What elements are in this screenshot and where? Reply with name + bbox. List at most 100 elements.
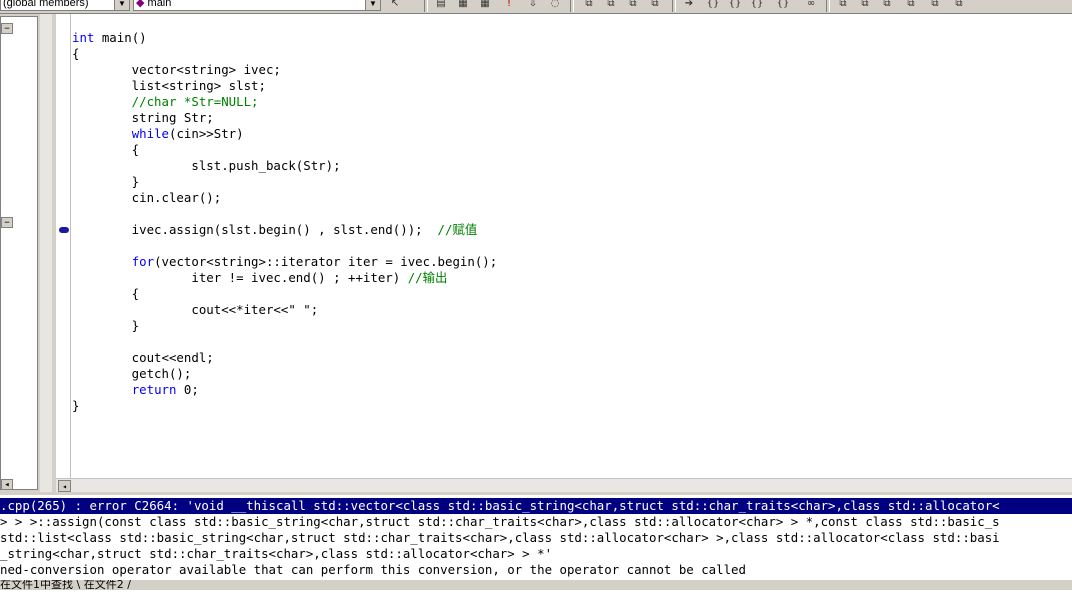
go-icon[interactable]: ◌ <box>548 0 562 10</box>
code-token: vector<string> ivec; <box>72 62 281 77</box>
editor-horizontal-scrollbar[interactable]: ◂ <box>56 478 1072 493</box>
class-combo[interactable]: (global members) ▼ <box>0 0 130 11</box>
call-stack-window-icon[interactable]: ⧉ <box>928 0 942 10</box>
code-line[interactable]: { <box>72 142 497 158</box>
stop-debug-icon[interactable]: ⧉ <box>604 0 618 10</box>
code-token: slst.push_back(Str); <box>72 158 341 173</box>
code-line[interactable]: vector<string> ivec; <box>72 62 497 78</box>
code-token: //char *Str=NULL; <box>72 94 259 109</box>
code-token: (vector<string>::iterator iter = ivec.be… <box>154 254 498 269</box>
output-tab-labels[interactable]: 在文件1中查找 \ 在文件2 / <box>0 580 131 590</box>
watch-window-icon[interactable]: ⧉ <box>836 0 850 10</box>
output-line[interactable]: > > >::assign(const class std::basic_str… <box>0 514 1000 530</box>
code-token: //赋值 <box>437 222 478 237</box>
code-token: } <box>72 398 80 413</box>
output-tabs[interactable]: 在文件1中查找 \ 在文件2 / <box>0 580 1072 590</box>
code-token: main() <box>94 30 147 45</box>
toolbar-separator <box>826 0 830 12</box>
code-line[interactable]: iter != ivec.end() ; ++iter) //输出 <box>72 270 497 286</box>
output-pane[interactable]: .cpp(265) : error C2664: 'void __thiscal… <box>0 492 1072 593</box>
toolbar-separator <box>570 0 574 12</box>
code-token: cout<<*iter<<" "; <box>72 302 319 317</box>
code-line[interactable] <box>72 238 497 254</box>
code-token: 0; <box>176 382 199 397</box>
code-line[interactable]: { <box>72 46 497 62</box>
step-over-icon[interactable]: {} <box>728 0 742 10</box>
code-line[interactable]: int main() <box>72 30 497 46</box>
chevron-down-icon[interactable]: ▼ <box>114 0 129 10</box>
code-token: return <box>131 382 177 397</box>
quick-watch-icon[interactable]: ∞ <box>804 0 818 10</box>
code-token: iter != ivec.end() ; ++iter) <box>72 270 408 285</box>
output-line-selected[interactable]: .cpp(265) : error C2664: 'void __thiscal… <box>0 498 1072 514</box>
code-token: { <box>72 286 140 301</box>
function-combo-value: main <box>147 0 172 9</box>
code-line[interactable]: list<string> slst; <box>72 78 497 94</box>
workspace-panel: − − ◂ <box>0 14 52 492</box>
code-line[interactable]: } <box>72 318 497 334</box>
code-line[interactable]: cout<<endl; <box>72 350 497 366</box>
code-line[interactable] <box>72 206 497 222</box>
code-line[interactable]: ivec.assign(slst.begin() , slst.end()); … <box>72 222 497 238</box>
collapse-icon[interactable]: − <box>1 217 13 228</box>
code-line[interactable] <box>72 334 497 350</box>
code-line[interactable]: } <box>72 398 497 414</box>
execute-icon[interactable]: ⇩ <box>526 0 540 10</box>
code-line[interactable]: slst.push_back(Str); <box>72 158 497 174</box>
source-code[interactable]: int main(){ vector<string> ivec; list<st… <box>72 30 497 414</box>
step-into-icon[interactable]: {} <box>706 0 720 10</box>
compile-icon[interactable]: ▤ <box>434 0 448 10</box>
code-token: for <box>131 254 155 269</box>
code-line[interactable]: return 0; <box>72 382 497 398</box>
code-line[interactable]: cin.clear(); <box>72 190 497 206</box>
code-token: list<string> slst; <box>72 78 266 93</box>
code-token: while <box>131 126 169 141</box>
debug-restart-icon[interactable]: ⧉ <box>582 0 596 10</box>
code-line[interactable]: } <box>72 174 497 190</box>
code-line[interactable]: getch(); <box>72 366 497 382</box>
apply-code-changes-icon[interactable]: ⧉ <box>648 0 662 10</box>
rebuild-icon[interactable]: ▦ <box>478 0 492 10</box>
code-token: int <box>72 30 95 45</box>
collapse-icon[interactable]: − <box>1 23 13 34</box>
disassembly-window-icon[interactable]: ⧉ <box>952 0 966 10</box>
code-line[interactable]: while(cin>>Str) <box>72 126 497 142</box>
code-line[interactable]: cout<<*iter<<" "; <box>72 302 497 318</box>
toolbar-separator <box>672 0 676 12</box>
step-out-icon[interactable]: {} <box>750 0 764 10</box>
run-to-cursor-icon[interactable]: {} <box>776 0 790 10</box>
code-line[interactable]: //char *Str=NULL; <box>72 94 497 110</box>
code-line[interactable]: string Str; <box>72 110 497 126</box>
function-combo[interactable]: ◆ main ▼ <box>133 0 381 11</box>
memory-window-icon[interactable]: ⧉ <box>904 0 918 10</box>
registers-window-icon[interactable]: ⧉ <box>880 0 894 10</box>
variables-window-icon[interactable]: ⧉ <box>858 0 872 10</box>
code-line[interactable]: { <box>72 286 497 302</box>
output-line[interactable]: _string<char,struct std::char_traits<cha… <box>0 546 552 562</box>
code-token: cout<<endl; <box>72 350 214 365</box>
stop-build-icon[interactable]: ! <box>502 0 516 10</box>
toolbar: (global members) ▼ ◆ main ▼ ↖ ▤ ▦ ▦ ! ⇩ … <box>0 0 1072 14</box>
workspace-tree[interactable]: − − ◂ <box>0 16 38 490</box>
code-line[interactable]: for(vector<string>::iterator iter = ivec… <box>72 254 498 270</box>
workspace-scrollbar[interactable] <box>40 14 52 492</box>
wizard-action-icon[interactable]: ↖ <box>388 0 402 10</box>
code-token: } <box>72 174 140 189</box>
code-token: { <box>72 142 140 157</box>
code-editor[interactable]: int main(){ vector<string> ivec; list<st… <box>56 14 1072 478</box>
code-token: } <box>72 318 140 333</box>
code-token: string Str; <box>72 110 214 125</box>
build-icon[interactable]: ▦ <box>456 0 470 10</box>
editor-gutter[interactable] <box>56 14 71 478</box>
scroll-left-icon[interactable]: ◂ <box>58 480 71 492</box>
break-icon[interactable]: ⧉ <box>626 0 640 10</box>
code-token: (cin>>Str) <box>169 126 244 141</box>
chevron-down-icon[interactable]: ▼ <box>365 0 380 10</box>
show-next-statement-icon[interactable]: ➔ <box>682 0 696 10</box>
output-line[interactable]: ned-conversion operator available that c… <box>0 562 746 578</box>
output-line[interactable]: std::list<class std::basic_string<char,s… <box>0 530 1000 546</box>
scroll-left-icon[interactable]: ◂ <box>1 479 13 490</box>
